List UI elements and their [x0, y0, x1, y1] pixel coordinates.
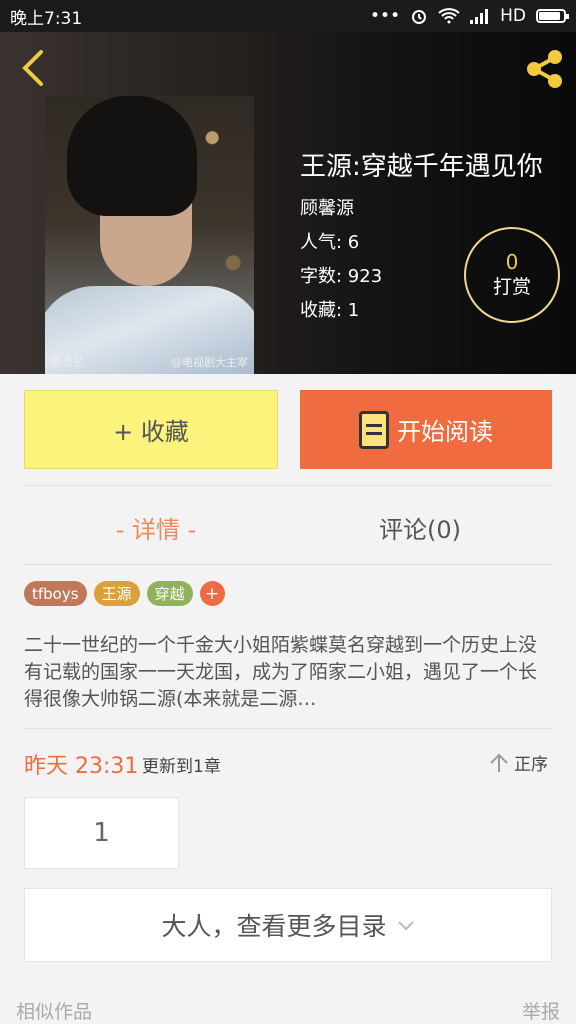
- add-favorite-label: + 收藏: [113, 418, 189, 446]
- cover-watermark: 爱奇艺 @电视剧大主宰: [51, 356, 248, 369]
- word-count-stat: 字数: 923: [300, 266, 383, 287]
- share-button[interactable]: [522, 46, 568, 92]
- book-synopsis[interactable]: 二十一世纪的一个千金大小姐陌紫蝶莫名穿越到一个历史上没有记载的国家一一天龙国，成…: [24, 632, 552, 714]
- wifi-icon: [438, 8, 460, 24]
- battery-icon: [536, 9, 569, 23]
- alarm-icon: [412, 10, 427, 24]
- popularity-stat: 人气: 6: [300, 232, 360, 253]
- add-tag-button[interactable]: +: [199, 581, 225, 606]
- divider: [24, 564, 552, 565]
- arrow-up-icon: [490, 753, 508, 772]
- chevron-down-icon: [397, 921, 414, 931]
- start-reading-button[interactable]: 开始阅读: [300, 390, 552, 469]
- view-more-catalog-label: 大人，查看更多目录: [161, 912, 387, 941]
- favorites-stat: 收藏: 1: [300, 300, 360, 321]
- book-title: 王源:穿越千年遇见你: [300, 152, 543, 182]
- sort-order-label: 正序: [514, 755, 548, 775]
- tag-tfboys[interactable]: tfboys: [24, 581, 87, 606]
- status-bar: 晚上7:31 ••• HD: [0, 0, 576, 32]
- status-icons: ••• HD: [370, 6, 569, 26]
- update-text: 更新到1章: [142, 757, 221, 777]
- book-header: 爱奇艺 @电视剧大主宰 王源:穿越千年遇见你 顾馨源 人气: 6 字数: 923…: [0, 32, 576, 374]
- tag-list: tfboys 王源 穿越 +: [24, 581, 225, 606]
- chapter-number: 1: [93, 818, 110, 848]
- sort-order-button[interactable]: 正序: [488, 750, 548, 775]
- tag-time-travel[interactable]: 穿越: [146, 581, 193, 606]
- chevron-left-icon: [22, 50, 43, 86]
- book-cover[interactable]: 爱奇艺 @电视剧大主宰: [45, 96, 254, 374]
- report-link[interactable]: 举报: [522, 997, 560, 1024]
- status-time: 晚上7:31: [10, 8, 83, 29]
- tip-label: 打赏: [492, 276, 531, 298]
- chapter-item[interactable]: 1: [24, 797, 179, 869]
- update-time: 昨天 23:31: [24, 754, 139, 779]
- tab-comments[interactable]: 评论(0): [288, 505, 552, 549]
- divider: [24, 485, 552, 486]
- add-favorite-button[interactable]: + 收藏: [24, 390, 278, 469]
- start-reading-label: 开始阅读: [397, 418, 493, 446]
- divider: [24, 728, 552, 729]
- back-button[interactable]: [10, 46, 54, 90]
- book-icon: [359, 410, 389, 449]
- book-author[interactable]: 顾馨源: [300, 194, 354, 220]
- tip-button[interactable]: 0 打赏: [464, 227, 560, 323]
- view-more-catalog-button[interactable]: 大人，查看更多目录: [24, 888, 552, 962]
- tag-wangyuan[interactable]: 王源: [93, 581, 140, 606]
- signal-icon: [470, 9, 489, 24]
- similar-works-label: 相似作品: [16, 1001, 93, 1023]
- share-icon: [527, 50, 562, 88]
- tip-count: 0: [505, 250, 519, 274]
- network-type: HD: [500, 6, 526, 26]
- tab-detail[interactable]: - 详情 -: [24, 505, 288, 549]
- more-dots-icon: •••: [370, 6, 401, 26]
